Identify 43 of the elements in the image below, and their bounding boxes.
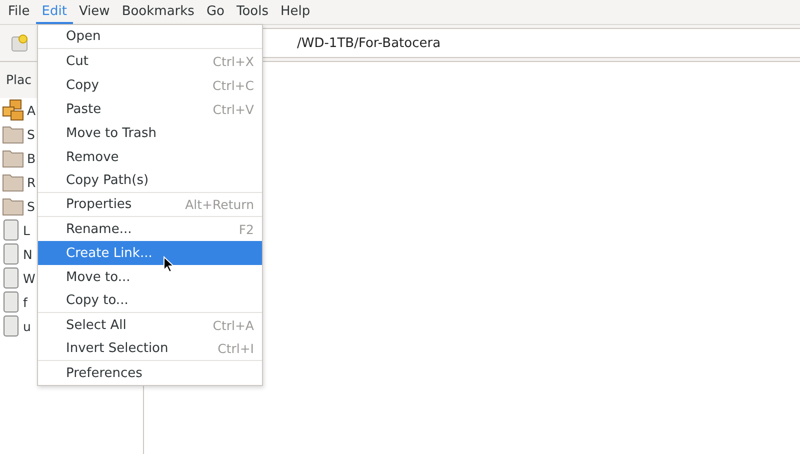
menu-item[interactable]: Remove xyxy=(38,145,262,169)
place-label[interactable]: S xyxy=(27,198,35,214)
place-label[interactable]: u xyxy=(23,318,31,334)
menu-item[interactable]: Preferences xyxy=(38,361,262,385)
menu-item[interactable]: Create Link... xyxy=(38,241,262,265)
menu-item[interactable]: Move to... xyxy=(38,265,262,289)
place-label[interactable]: f xyxy=(23,294,28,310)
sidebar-heading: Plac xyxy=(6,72,32,87)
folder-icon xyxy=(2,196,24,216)
folder-icon xyxy=(2,124,24,144)
place-label[interactable]: N xyxy=(23,246,32,262)
menu-item[interactable]: Open xyxy=(38,25,262,49)
place-label[interactable]: W xyxy=(23,270,36,286)
menu-item[interactable]: Invert Selection Ctrl+I xyxy=(38,337,262,361)
drive-icon xyxy=(2,219,20,241)
menu-item[interactable]: Copy Ctrl+C xyxy=(38,73,262,97)
menu-item[interactable]: Properties Alt+Return xyxy=(38,193,262,217)
place-label[interactable]: B xyxy=(27,150,36,166)
menu-item[interactable]: Select All Ctrl+A xyxy=(38,313,262,337)
menu-title[interactable]: Tools xyxy=(230,0,275,24)
folder-icon xyxy=(2,148,24,168)
menu-item[interactable]: Rename... F2 xyxy=(38,217,262,241)
place-label[interactable]: R xyxy=(27,174,36,190)
place-label[interactable]: A xyxy=(27,102,36,118)
menu-item[interactable]: Copy Path(s) xyxy=(38,169,262,193)
boxes-icon xyxy=(2,99,24,121)
menu-title[interactable]: File xyxy=(2,0,36,24)
menu-title[interactable]: Go xyxy=(200,0,230,24)
place-label[interactable]: S xyxy=(27,126,35,142)
bookmark-folder-icon[interactable] xyxy=(10,33,30,53)
menu-item[interactable]: Move to Trash xyxy=(38,121,262,145)
drive-icon xyxy=(2,291,20,313)
menu-item[interactable]: Copy to... xyxy=(38,289,262,313)
menu-title[interactable]: View xyxy=(72,0,116,24)
folder-icon xyxy=(2,172,24,192)
menu-item[interactable]: Paste Ctrl+V xyxy=(38,97,262,121)
drive-icon xyxy=(2,315,20,337)
menu-title[interactable]: Help xyxy=(274,0,316,24)
mouse-pointer-icon xyxy=(163,256,175,273)
drive-icon xyxy=(2,243,20,265)
drive-icon xyxy=(2,267,20,289)
menu-title[interactable]: Bookmarks xyxy=(116,0,200,24)
place-label[interactable]: L xyxy=(23,222,30,238)
